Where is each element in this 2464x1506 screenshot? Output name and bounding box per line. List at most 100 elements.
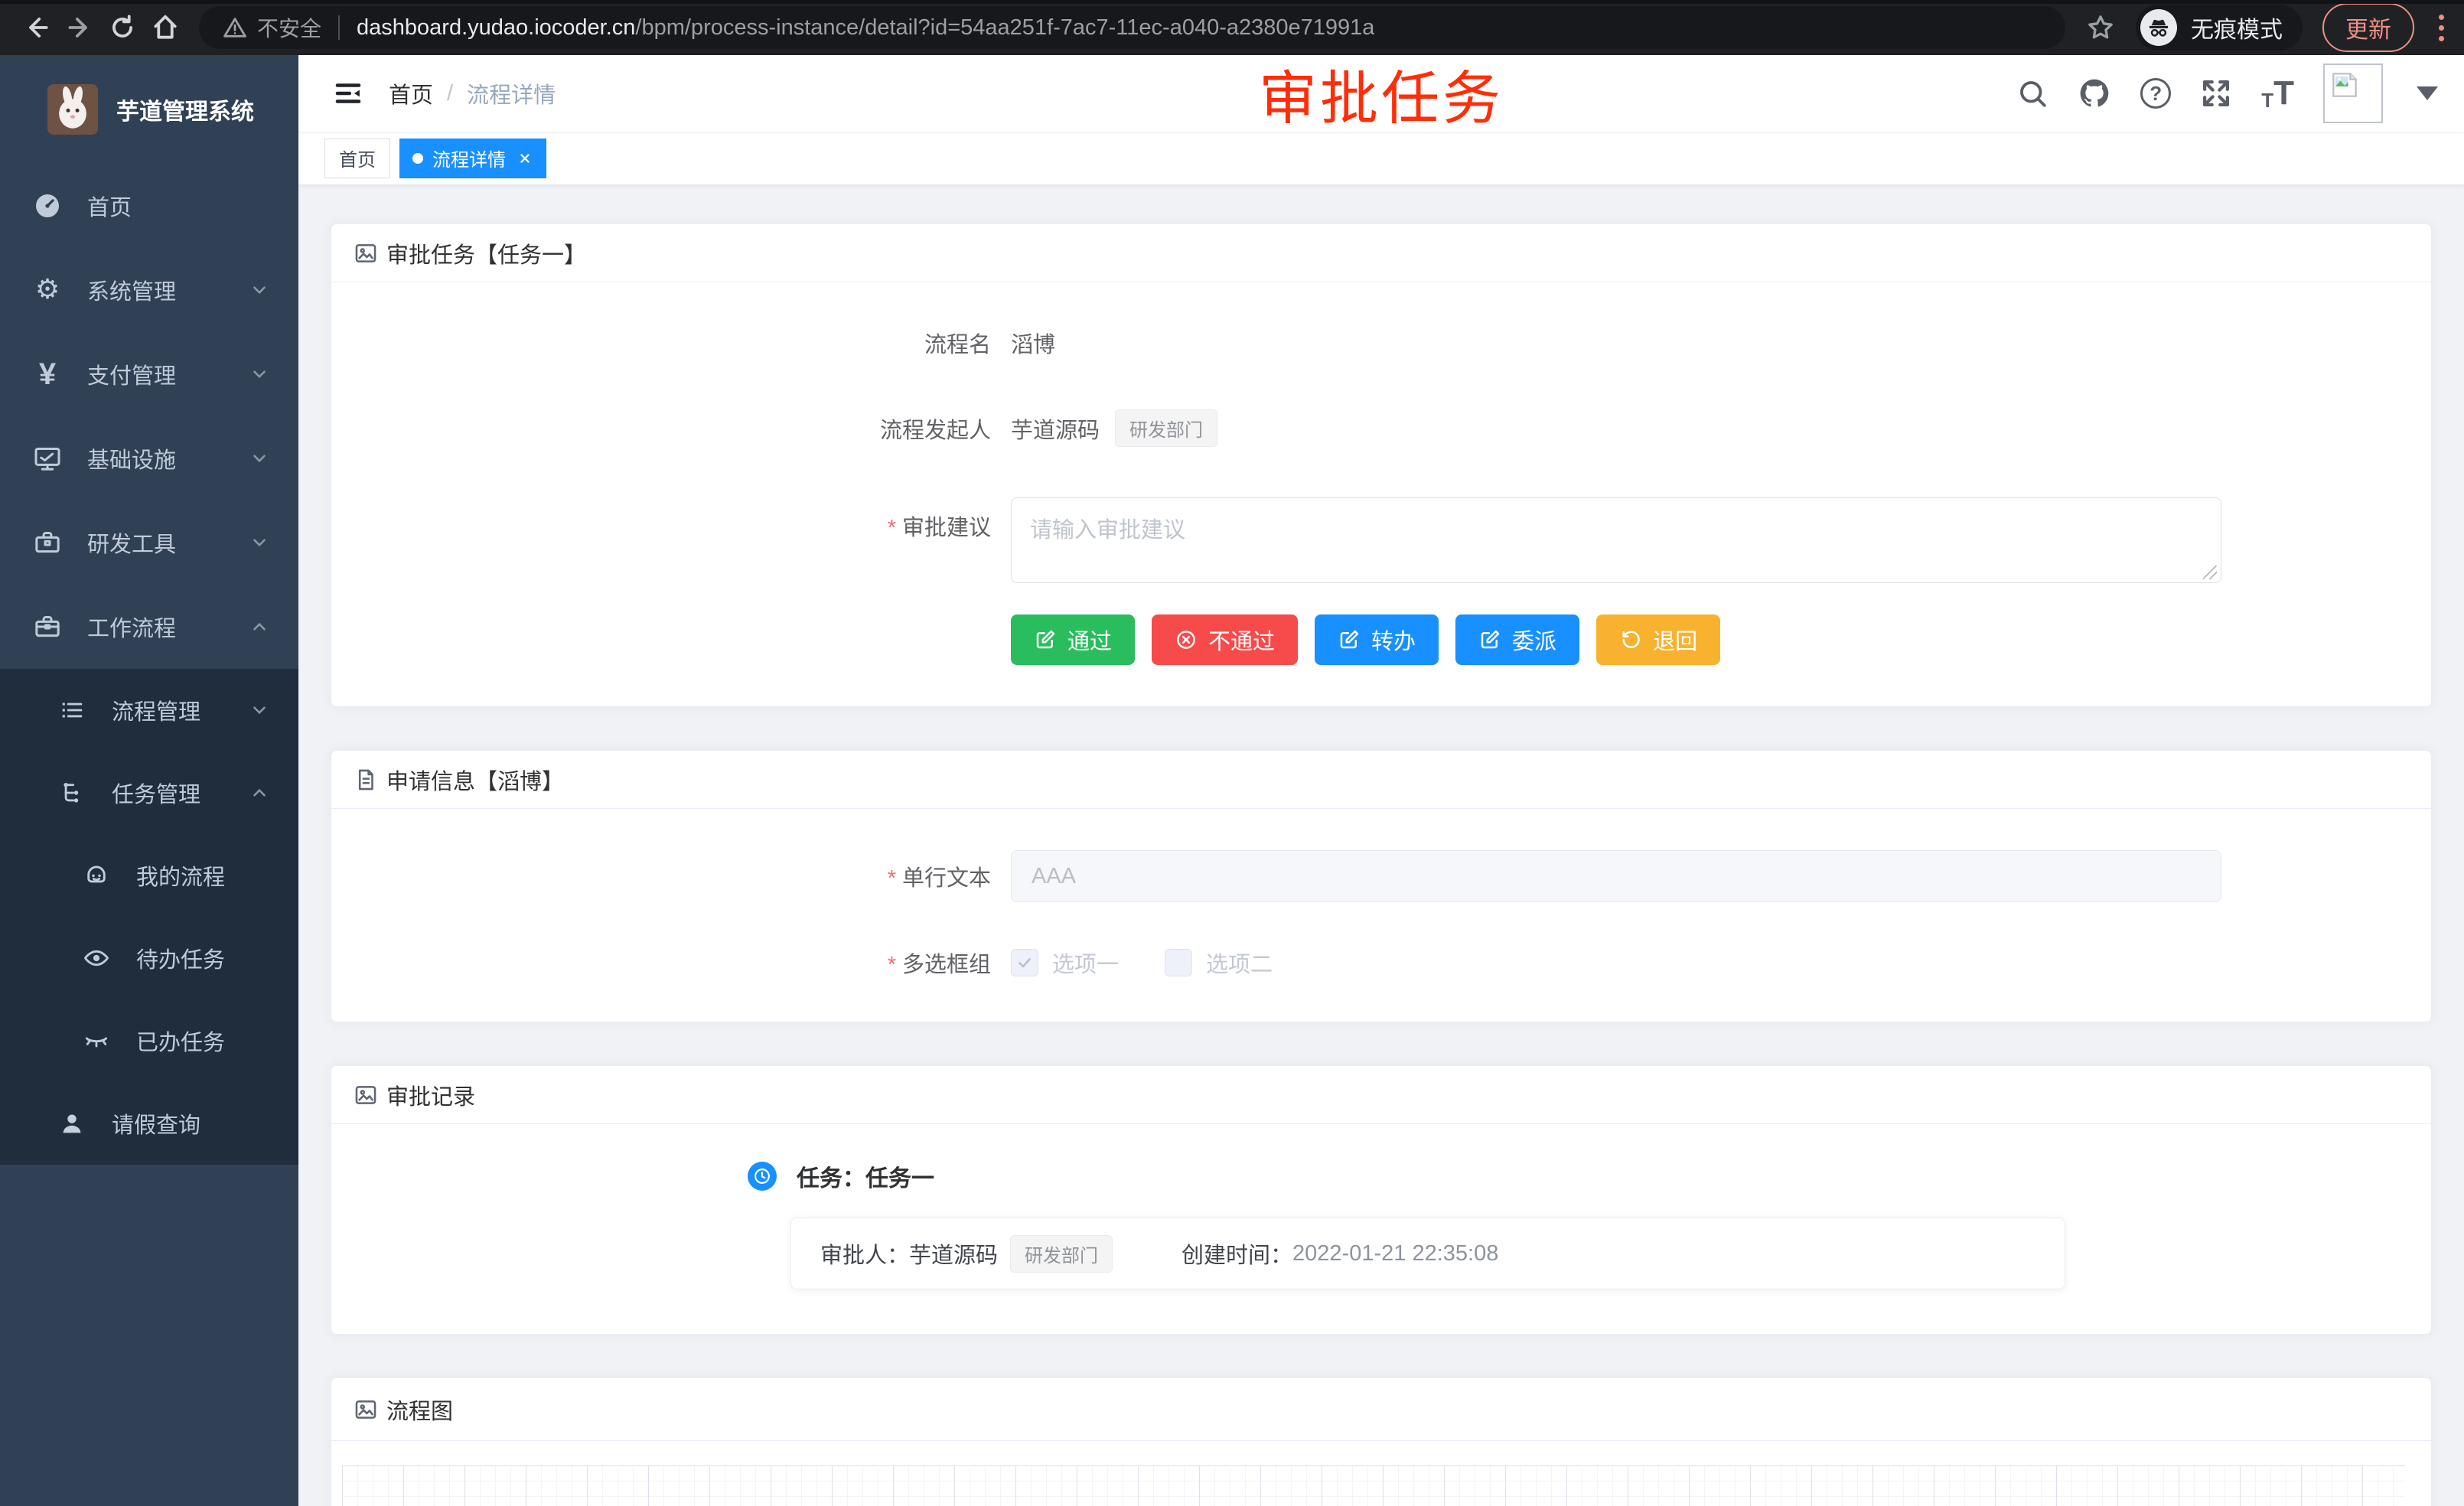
button-label: 委派 [1512, 624, 1556, 656]
broken-image-icon [2328, 68, 2361, 102]
incognito-glyph-icon [2146, 15, 2172, 41]
task-title: 任务：任务一 [797, 1159, 934, 1193]
button-label: 退回 [1653, 624, 1697, 656]
toolbox-icon [31, 527, 64, 558]
chevron-down-icon [249, 280, 269, 300]
url-text: dashboard.yudao.iocoder.cn/bpm/process-i… [357, 15, 1374, 41]
sidebar-item-label: 基础设施 [87, 442, 176, 474]
help-button[interactable]: ? [2140, 78, 2171, 109]
sidebar-item-done-tasks[interactable]: 已办任务 [0, 999, 298, 1082]
breadcrumb: 首页 / 流程详情 [389, 77, 556, 109]
browser-forward-button[interactable] [58, 6, 101, 49]
textarea-resize-grip[interactable] [2203, 566, 2217, 579]
checkbox-checked-icon [1011, 949, 1038, 976]
browser-reload-button[interactable] [101, 6, 144, 49]
user-avatar[interactable] [2323, 64, 2383, 123]
sidebar-item-label: 工作流程 [87, 611, 176, 643]
tag-process-detail[interactable]: 流程详情 [399, 139, 546, 178]
sidebar-item-system[interactable]: ⚙ 系统管理 [0, 248, 298, 332]
single-line-text-row: *单行文本 AAA [331, 850, 2431, 902]
monitor-icon [31, 443, 64, 474]
required-mark: * [888, 516, 896, 540]
edit-icon [1478, 628, 1501, 651]
sidebar-item-home[interactable]: 首页 [0, 164, 298, 248]
address-bar[interactable]: 不安全 dashboard.yudao.iocoder.cn/bpm/proce… [199, 6, 2065, 49]
sidebar-item-payment[interactable]: ¥ 支付管理 [0, 332, 298, 416]
approval-suggestion-textarea[interactable] [1011, 497, 2221, 583]
browser-update-button[interactable]: 更新 [2322, 3, 2414, 52]
sidebar-item-leave-query[interactable]: 请假查询 [0, 1082, 298, 1165]
button-label: 转办 [1371, 624, 1416, 656]
sidebar-collapse-button[interactable] [324, 70, 372, 117]
initiator-label: 流程发起人 [331, 412, 1011, 445]
sidebar-item-label: 待办任务 [136, 942, 225, 974]
browser-back-button[interactable] [15, 6, 58, 49]
warning-triangle-icon [222, 15, 248, 41]
reject-button[interactable]: 不通过 [1152, 614, 1298, 665]
github-button[interactable] [2078, 77, 2111, 110]
process-name-value: 滔博 [1011, 327, 1055, 359]
workflow-submenu: 流程管理 任务管理 我的流程 待办任务 [0, 669, 298, 1165]
clock-icon [748, 1162, 777, 1191]
card-header: 流程图 [331, 1378, 2431, 1441]
sidebar-item-dev-tools[interactable]: 研发工具 [0, 500, 298, 585]
card-title: 申请信息【滔博】 [386, 764, 564, 796]
user-icon [55, 1109, 89, 1138]
sidebar-item-todo-tasks[interactable]: 待办任务 [0, 917, 298, 999]
edit-icon [1034, 628, 1057, 651]
star-icon [2085, 12, 2116, 43]
app-title: 芋道管理系统 [116, 93, 254, 126]
suggestion-label: 审批建议 [902, 516, 991, 540]
font-size-button[interactable]: TT [2261, 77, 2294, 110]
document-icon [353, 767, 379, 793]
bookmark-star-button[interactable] [2085, 12, 2116, 43]
browser-home-button[interactable] [144, 6, 187, 49]
checkbox-unchecked-icon [1165, 949, 1192, 976]
single-line-text-label: 单行文本 [902, 866, 991, 891]
initiator-row: 流程发起人 芋道源码 研发部门 [331, 409, 2431, 447]
tag-label: 首页 [339, 145, 376, 171]
button-label: 不通过 [1208, 624, 1275, 656]
dept-tag: 研发部门 [1115, 409, 1217, 447]
record-detail-card: 审批人： 芋道源码 研发部门 创建时间： 2022-01-21 22:35:08 [790, 1218, 2065, 1289]
fullscreen-button[interactable] [2200, 77, 2232, 109]
delegate-button[interactable]: 委派 [1455, 614, 1579, 665]
tag-close-icon[interactable] [517, 150, 533, 167]
gear-icon: ⚙ [31, 276, 64, 304]
fullscreen-icon [2200, 77, 2232, 109]
approve-button[interactable]: 通过 [1011, 614, 1135, 665]
timeline-node: 任务：任务一 [748, 1159, 2431, 1193]
return-button[interactable]: 退回 [1596, 614, 1720, 665]
security-chip[interactable]: 不安全 [222, 12, 321, 43]
avatar-caret-icon[interactable] [2417, 86, 2438, 100]
card-title: 审批任务【任务一】 [386, 237, 586, 269]
bpmn-diagram-canvas[interactable] [342, 1465, 2405, 1506]
sidebar-item-infrastructure[interactable]: 基础设施 [0, 416, 298, 500]
picture-icon [353, 240, 379, 266]
browser-menu-button[interactable] [2434, 11, 2449, 44]
hamburger-indent-icon [332, 77, 364, 109]
sidebar-item-label: 请假查询 [112, 1107, 200, 1139]
approver-label: 审批人： [820, 1237, 909, 1270]
url-host: dashboard.yudao.iocoder.cn [357, 15, 635, 40]
search-button[interactable] [2016, 77, 2048, 109]
transfer-button[interactable]: 转办 [1315, 614, 1439, 665]
question-glyph: ? [2149, 82, 2162, 106]
sidebar-item-task-management[interactable]: 任务管理 [0, 751, 298, 834]
breadcrumb-home[interactable]: 首页 [389, 77, 433, 109]
security-label: 不安全 [257, 12, 321, 43]
sidebar-item-label: 流程管理 [112, 694, 200, 726]
robot-icon [80, 861, 113, 890]
tree-icon [55, 778, 89, 807]
annotation-title: 审批任务 [1259, 51, 1504, 135]
checkbox-label: 选项一 [1052, 947, 1119, 979]
sidebar-item-my-process[interactable]: 我的流程 [0, 834, 298, 917]
sidebar-item-workflow[interactable]: 工作流程 [0, 585, 298, 669]
initiator-value: 芋道源码 [1011, 412, 1100, 445]
github-icon [2078, 77, 2111, 110]
reload-icon [108, 13, 137, 42]
tag-label: 流程详情 [432, 145, 506, 171]
tag-home[interactable]: 首页 [324, 139, 390, 178]
sidebar-item-process-management[interactable]: 流程管理 [0, 669, 298, 751]
search-icon [2016, 77, 2048, 109]
